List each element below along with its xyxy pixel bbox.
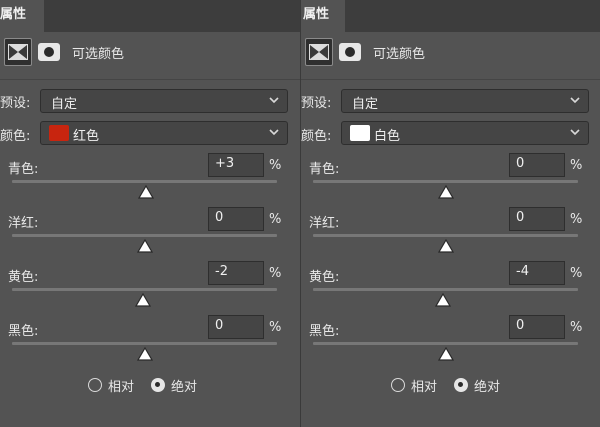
chevron-down-icon	[269, 97, 279, 104]
chevron-down-icon	[269, 129, 279, 136]
tab-properties[interactable]: 属性	[0, 0, 44, 32]
triangle-thumb-icon[interactable]	[136, 239, 153, 253]
slider-label: 青色:	[8, 162, 39, 177]
radio-relative[interactable]	[88, 378, 102, 392]
chevron-down-icon	[570, 129, 580, 136]
colors-label: 颜色:	[301, 129, 332, 144]
slider-track[interactable]	[12, 234, 277, 237]
panel-title: 可选颜色	[373, 47, 426, 62]
radio-absolute-label: 绝对	[474, 380, 501, 395]
triangle-thumb-icon[interactable]	[437, 185, 454, 199]
colors-value: 白色	[374, 129, 401, 144]
percent-unit: %	[269, 320, 282, 335]
percent-unit: %	[269, 158, 282, 173]
triangle-thumb-icon[interactable]	[136, 347, 153, 361]
slider-label: 黄色:	[8, 270, 39, 285]
triangle-thumb-icon[interactable]	[135, 293, 152, 307]
slider-yellow: 黄色: -4 %	[301, 261, 600, 314]
slider-track[interactable]	[313, 342, 578, 345]
colors-dropdown[interactable]: 红色	[40, 121, 288, 145]
divider	[301, 79, 600, 80]
triangle-thumb-icon[interactable]	[437, 347, 454, 361]
panel-title: 可选颜色	[72, 47, 125, 62]
slider-label: 黑色:	[309, 324, 340, 339]
triangle-thumb-icon[interactable]	[437, 239, 454, 253]
properties-panel-left: 属性 可选颜色 预设: 自定 颜色: 红色 青色: +3 % 洋红: 0 % 黄…	[0, 0, 300, 427]
preset-value: 自定	[352, 97, 379, 112]
preset-label: 预设:	[0, 96, 31, 111]
radio-relative-label: 相对	[411, 380, 438, 395]
percent-unit: %	[269, 266, 282, 281]
color-swatch	[49, 125, 69, 141]
radio-absolute-label: 绝对	[171, 380, 198, 395]
properties-window: 属性 可选颜色 预设: 自定 颜色: 红色 青色: +3 % 洋红: 0 % 黄…	[0, 0, 600, 427]
percent-unit: %	[570, 158, 583, 173]
preset-label: 预设:	[301, 96, 332, 111]
tab-bar: 属性	[0, 0, 300, 32]
layer-mask-icon[interactable]	[38, 43, 60, 61]
triangle-thumb-icon[interactable]	[138, 185, 155, 199]
slider-track[interactable]	[313, 180, 578, 183]
preset-value: 自定	[51, 97, 78, 112]
divider	[0, 79, 300, 80]
slider-yellow: 黄色: -2 %	[0, 261, 300, 314]
slider-black: 黑色: 0 %	[0, 315, 300, 368]
slider-track[interactable]	[12, 342, 277, 345]
slider-label: 黄色:	[309, 270, 340, 285]
layer-mask-icon[interactable]	[339, 43, 361, 61]
slider-track[interactable]	[313, 288, 578, 291]
value-input[interactable]: -2	[208, 261, 264, 285]
colors-label: 颜色:	[0, 129, 31, 144]
slider-track[interactable]	[12, 180, 277, 183]
tab-bar: 属性	[301, 0, 600, 32]
slider-label: 青色:	[309, 162, 340, 177]
value-input[interactable]: 0	[208, 315, 264, 339]
selective-color-icon[interactable]	[305, 38, 333, 66]
triangle-thumb-icon[interactable]	[434, 293, 451, 307]
radio-absolute[interactable]	[151, 378, 165, 392]
value-input[interactable]: -4	[509, 261, 565, 285]
chevron-down-icon	[570, 97, 580, 104]
selective-color-icon[interactable]	[4, 38, 32, 66]
slider-label: 洋红:	[309, 216, 340, 231]
value-input[interactable]: +3	[208, 153, 264, 177]
color-swatch	[350, 125, 370, 141]
preset-dropdown[interactable]: 自定	[341, 89, 589, 113]
method-group: 相对 绝对	[301, 376, 600, 396]
radio-absolute[interactable]	[454, 378, 468, 392]
slider-black: 黑色: 0 %	[301, 315, 600, 368]
slider-track[interactable]	[313, 234, 578, 237]
slider-magenta: 洋红: 0 %	[0, 207, 300, 260]
properties-panel-right: 属性 可选颜色 预设: 自定 颜色: 白色 青色: 0 % 洋红: 0 % 黄色…	[300, 0, 600, 427]
percent-unit: %	[570, 320, 583, 335]
value-input[interactable]: 0	[509, 153, 565, 177]
radio-relative[interactable]	[391, 378, 405, 392]
slider-label: 洋红:	[8, 216, 39, 231]
slider-magenta: 洋红: 0 %	[301, 207, 600, 260]
value-input[interactable]: 0	[509, 207, 565, 231]
colors-dropdown[interactable]: 白色	[341, 121, 589, 145]
tab-properties[interactable]: 属性	[301, 0, 345, 32]
slider-cyan: 青色: 0 %	[301, 153, 600, 206]
radio-relative-label: 相对	[108, 380, 135, 395]
slider-label: 黑色:	[8, 324, 39, 339]
preset-dropdown[interactable]: 自定	[40, 89, 288, 113]
value-input[interactable]: 0	[509, 315, 565, 339]
value-input[interactable]: 0	[208, 207, 264, 231]
panel-header: 可选颜色	[301, 38, 600, 68]
method-group: 相对 绝对	[0, 376, 300, 396]
percent-unit: %	[269, 212, 282, 227]
percent-unit: %	[570, 212, 583, 227]
colors-value: 红色	[73, 129, 100, 144]
slider-track[interactable]	[12, 288, 277, 291]
slider-cyan: 青色: +3 %	[0, 153, 300, 206]
percent-unit: %	[570, 266, 583, 281]
panel-header: 可选颜色	[0, 38, 300, 68]
